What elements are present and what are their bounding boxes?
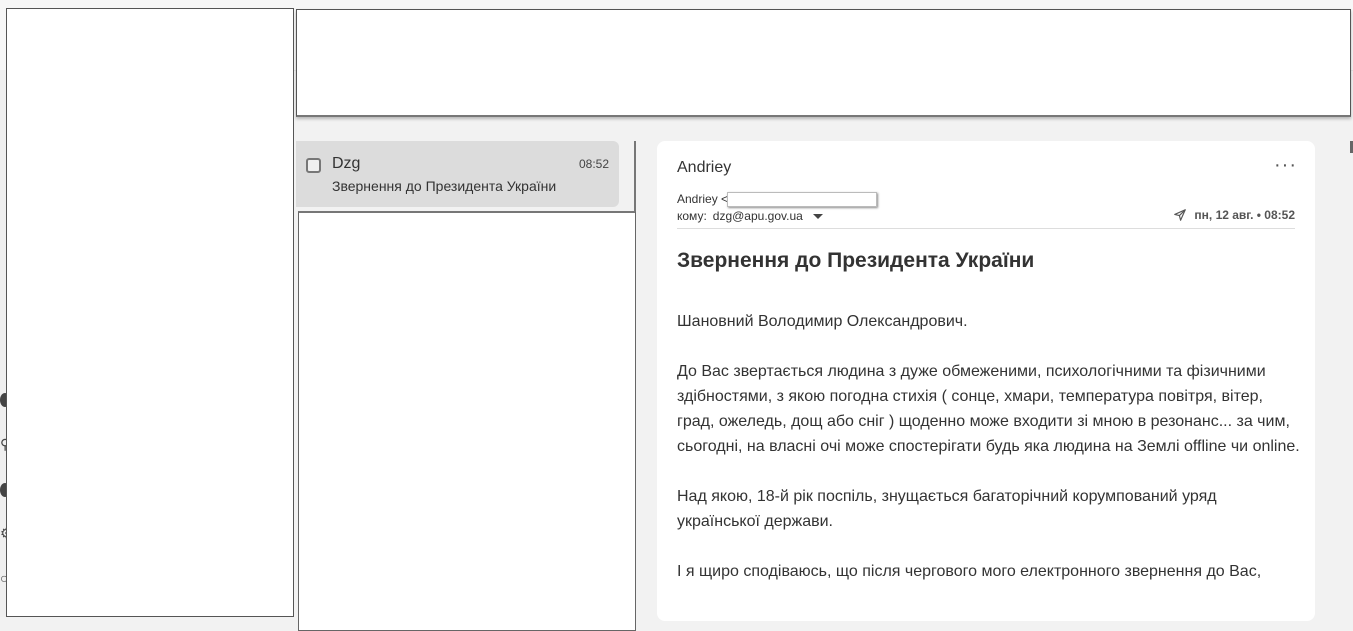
checkbox-icon[interactable] (306, 158, 321, 173)
message-time: 08:52 (578, 157, 609, 171)
sidebar-overlay-panel (6, 8, 294, 617)
chevron-down-icon[interactable] (812, 214, 823, 220)
sent-info: пн, 12 авг. • 08:52 (1173, 208, 1295, 222)
list-overlay-panel (298, 211, 636, 631)
sender-name: Andriey (677, 159, 732, 176)
message-list: Dzg 08:52 Звернення до Президента Україн… (296, 141, 636, 631)
more-horizontal-icon[interactable]: ··· (1274, 155, 1297, 175)
message-reader: Andriey ··· Andriey < кому: dzg@apu.gov.u… (657, 141, 1315, 621)
list-item[interactable]: Dzg 08:52 Звернення до Президента Україн… (296, 141, 619, 207)
send-icon (1174, 209, 1187, 221)
body-paragraph: І я щиро сподіваюсь, що після чергового … (677, 563, 1262, 580)
to-label: кому: (677, 209, 707, 223)
to-address: dzg@apu.gov.ua (712, 209, 803, 223)
recipient-line: кому: dzg@apu.gov.ua (677, 209, 823, 223)
header-divider (677, 228, 1295, 229)
body-paragraph: Над якою, 18-й рік поспіль, знущається б… (677, 488, 1217, 530)
sent-date: пн, 12 авг. • 08:52 (1194, 208, 1295, 222)
body-paragraph: До Вас звертається людина з дуже обмежен… (677, 363, 1300, 455)
list-divider (634, 141, 636, 211)
message-sender: Dzg (332, 155, 361, 172)
message-subject: Звернення до Президента України (332, 178, 557, 194)
from-address: Andriey < (677, 192, 729, 206)
message-subject-heading: Звернення до Президента України (677, 249, 1035, 272)
toolbar-overlay-panel (296, 9, 1351, 117)
redacted-email (727, 192, 877, 207)
body-paragraph: Шановний Володимир Олександрович. (677, 313, 968, 330)
message-body: Шановний Володимир Олександрович. До Вас… (677, 309, 1302, 609)
